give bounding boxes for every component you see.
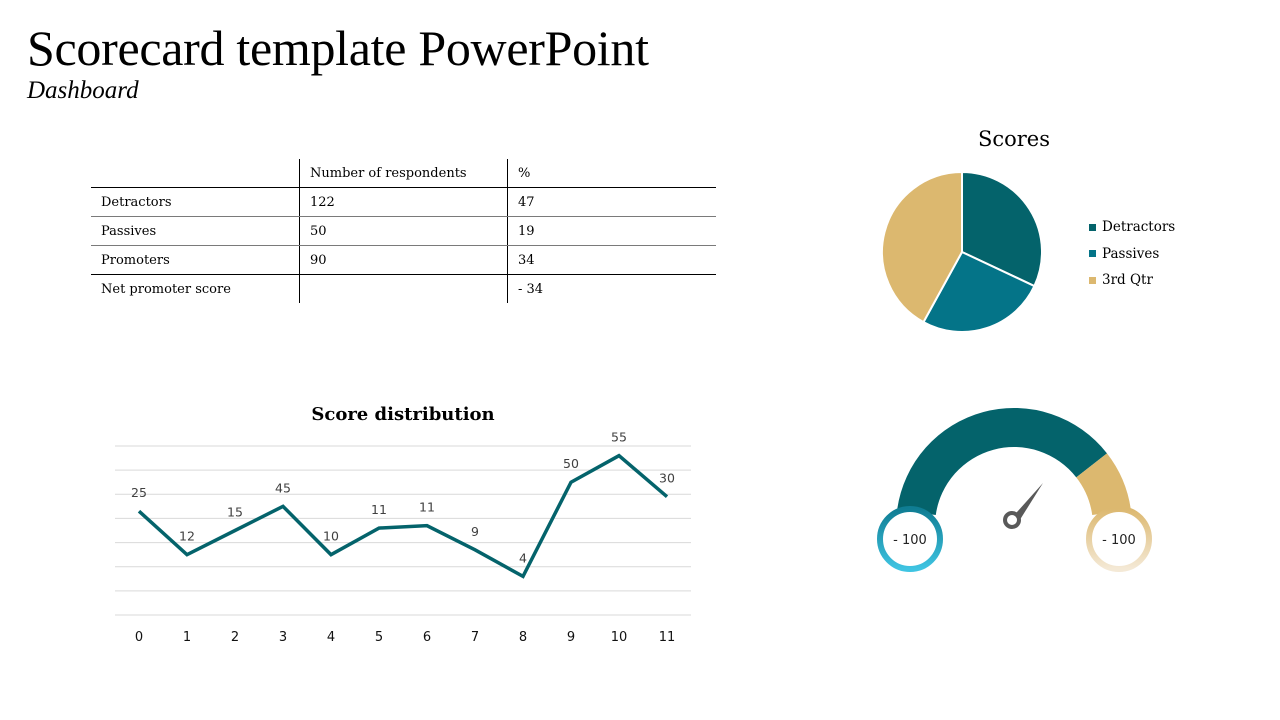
data-label: 4 (519, 550, 527, 565)
gauge-needle-icon (1003, 483, 1043, 529)
legend-item-detractors: Detractors (1089, 214, 1175, 241)
x-tick-label: 0 (135, 630, 143, 645)
table-header-cell: Number of respondents (299, 159, 508, 188)
x-tick-label: 4 (327, 630, 335, 645)
data-label: 12 (179, 529, 195, 544)
x-tick-label: 11 (659, 630, 676, 645)
legend-item-passives: Passives (1089, 241, 1175, 268)
line-chart-title: Score distribution (311, 404, 495, 425)
legend-swatch (1089, 276, 1096, 284)
nps-table: Number of respondents % Detractors 122 4… (91, 159, 716, 303)
table-cell: 19 (507, 216, 716, 246)
gauge-right-badge: - 100 (1086, 506, 1152, 572)
x-tick-label: 1 (183, 630, 191, 645)
table-cell: 122 (299, 187, 508, 217)
legend-label: 3rd Qtr (1102, 272, 1153, 289)
legend-item-3rd-qtr: 3rd Qtr (1089, 267, 1175, 294)
gauge-left-badge: - 100 (877, 506, 943, 572)
table-cell: 50 (299, 216, 508, 246)
table-row: Detractors 122 47 (91, 187, 716, 217)
slide-title: Scorecard template PowerPoint (27, 20, 649, 76)
table-row: Passives 50 19 (91, 216, 716, 246)
gauge-arc-main (897, 408, 1107, 516)
table-cell: 47 (507, 187, 716, 217)
table-cell: Promoters (91, 245, 300, 275)
score-line (137, 453, 669, 579)
x-tick-label: 6 (423, 630, 431, 645)
table-cell: 34 (507, 245, 716, 275)
table-cell: Passives (91, 216, 300, 246)
pie-chart (881, 170, 1043, 333)
legend-label: Detractors (1102, 219, 1176, 236)
table-cell: 90 (299, 245, 508, 275)
table-header-cell (91, 159, 300, 188)
slide-subtitle: Dashboard (27, 77, 139, 104)
table-cell: Detractors (91, 187, 300, 217)
table-header-row: Number of respondents % (91, 159, 716, 188)
data-label: 55 (611, 430, 627, 445)
legend-swatch (1089, 250, 1096, 258)
nps-gauge: - 100 - 100 (877, 408, 1152, 572)
table-row-net-promoter-score: Net promoter score - 34 (91, 274, 716, 303)
data-label: 11 (371, 502, 387, 517)
x-tick-label: 2 (231, 630, 239, 645)
table-cell (299, 274, 508, 303)
table-header-cell: % (507, 159, 716, 188)
x-tick-label: 3 (279, 630, 287, 645)
table-cell: - 34 (507, 274, 716, 303)
data-label: 30 (659, 471, 675, 486)
legend-label: Passives (1102, 245, 1160, 262)
gauge-left-label: - 100 (893, 533, 927, 548)
gauge-right-label: - 100 (1102, 533, 1136, 548)
line-chart: 250121152453104115116974850955103011 (115, 430, 691, 645)
x-tick-label: 8 (519, 630, 527, 645)
pie-chart-title: Scores (977, 127, 1051, 151)
data-label: 11 (419, 500, 435, 515)
table-row: Promoters 90 34 (91, 245, 716, 275)
data-label: 15 (227, 505, 243, 520)
data-label: 50 (563, 456, 579, 471)
data-label: 9 (471, 524, 479, 539)
x-tick-label: 5 (375, 630, 383, 645)
pie-legend: Detractors Passives 3rd Qtr (1089, 214, 1175, 294)
data-label: 25 (131, 485, 147, 500)
x-tick-label: 9 (567, 630, 575, 645)
legend-swatch (1089, 223, 1096, 231)
table-cell: Net promoter score (101, 281, 231, 297)
x-tick-label: 7 (471, 630, 479, 645)
data-label: 45 (275, 480, 291, 495)
data-label: 10 (323, 529, 339, 544)
x-tick-label: 10 (611, 630, 628, 645)
